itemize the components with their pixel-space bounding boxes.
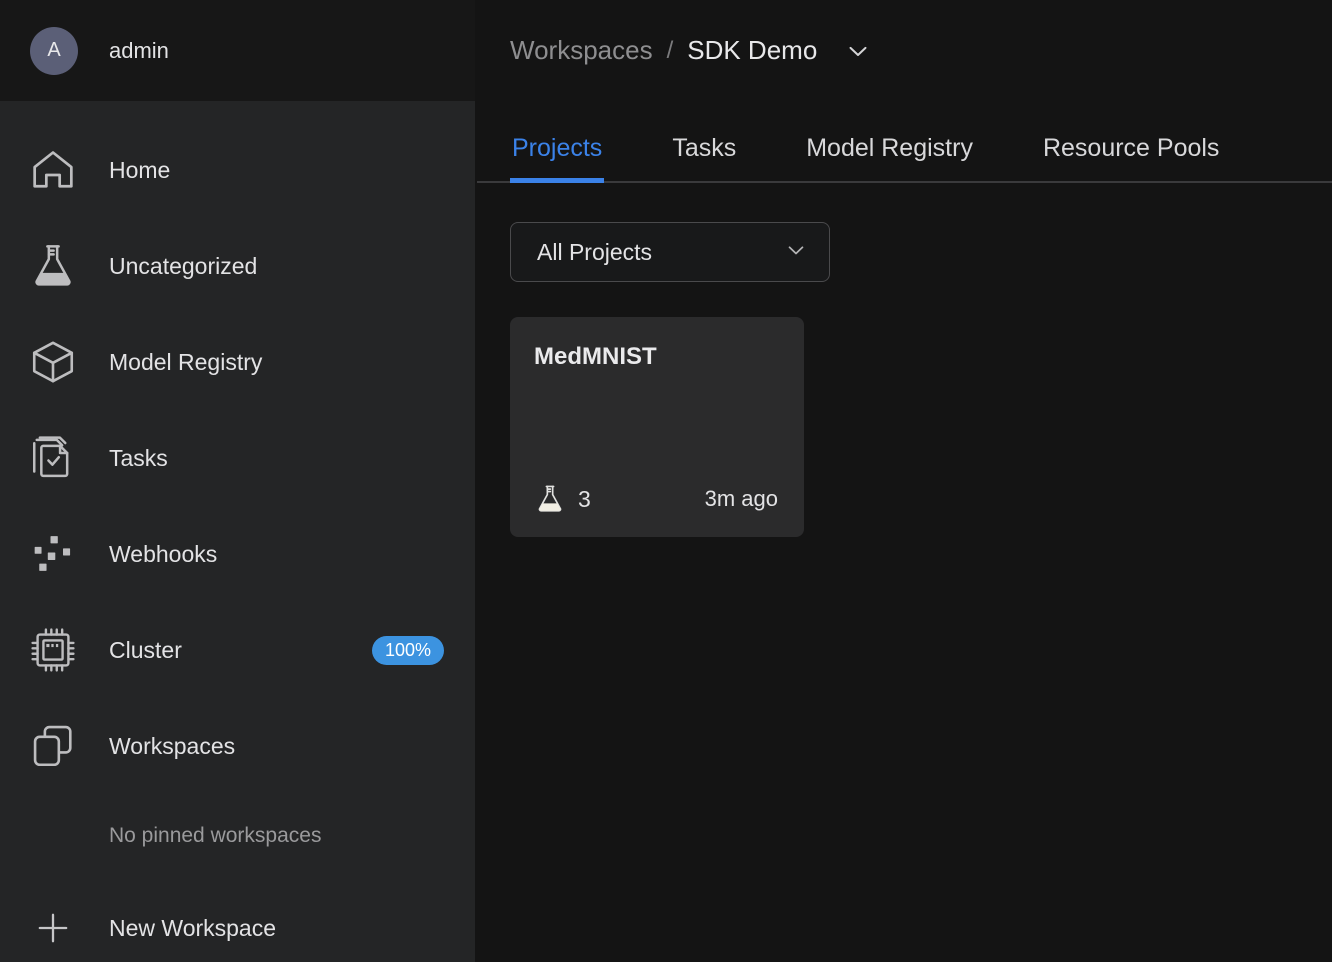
project-experiment-count: 3 [578, 485, 591, 512]
project-card-title: MedMNIST [534, 343, 657, 370]
no-pinned-workspaces-text: No pinned workspaces [109, 824, 322, 847]
project-card-grid: MedMNIST 3 3m ago [510, 317, 1332, 537]
tab-projects[interactable]: Projects [510, 134, 605, 183]
breadcrumb-root-link[interactable]: Workspaces [510, 35, 653, 66]
breadcrumb: Workspaces / SDK Demo [477, 0, 1332, 101]
sidebar-item-webhooks[interactable]: Webhooks [0, 506, 475, 602]
project-filter-select[interactable]: All Projects [510, 222, 830, 282]
cluster-utilization-badge: 100% [371, 635, 444, 665]
sidebar-item-tasks[interactable]: Tasks [0, 410, 475, 506]
new-workspace-button[interactable]: New Workspace [0, 880, 475, 962]
breadcrumb-current: SDK Demo [687, 35, 818, 65]
chevron-down-icon[interactable] [843, 36, 873, 66]
flask-icon [534, 483, 566, 515]
avatar: A [30, 26, 78, 75]
cpu-chip-icon [27, 624, 79, 676]
new-workspace-label: New Workspace [109, 914, 277, 941]
breadcrumb-separator: / [666, 36, 674, 64]
sidebar-item-label: Tasks [109, 444, 168, 471]
user-header[interactable]: A admin [0, 0, 475, 101]
plus-icon [27, 902, 79, 954]
sidebar-item-uncategorized[interactable]: Uncategorized [0, 218, 475, 314]
sidebar-item-model-registry[interactable]: Model Registry [0, 314, 475, 410]
chevron-down-icon [783, 237, 809, 268]
sidebar-item-cluster[interactable]: Cluster 100% [0, 602, 475, 698]
tab-tasks[interactable]: Tasks [670, 134, 738, 181]
user-name: admin [109, 37, 169, 63]
sidebar-item-label: Cluster [109, 636, 182, 663]
sidebar-nav: Home Uncategorized Model Registry Tasks … [0, 101, 475, 962]
webhooks-icon [27, 528, 79, 580]
app-root: A admin Home Uncategorized Model Registr… [0, 0, 1332, 962]
sidebar-item-label: Workspaces [109, 732, 236, 759]
tab-resource-pools[interactable]: Resource Pools [1041, 134, 1221, 181]
sidebar-item-label: Webhooks [109, 540, 218, 567]
sidebar-item-label: Model Registry [109, 348, 263, 375]
tasks-icon [27, 432, 79, 484]
sidebar-item-label: Home [109, 156, 171, 183]
tab-model-registry[interactable]: Model Registry [804, 134, 975, 181]
sidebar-item-workspaces[interactable]: Workspaces [0, 698, 475, 794]
home-icon [27, 144, 79, 196]
tab-bar: Projects Tasks Model Registry Resource P… [477, 101, 1332, 183]
flask-icon [27, 240, 79, 292]
cube-icon [27, 336, 79, 388]
sidebar: A admin Home Uncategorized Model Registr… [0, 0, 477, 962]
main-content: Workspaces / SDK Demo Projects Tasks Mod… [477, 0, 1332, 962]
project-last-updated: 3m ago [704, 486, 778, 511]
sidebar-item-home[interactable]: Home [0, 122, 475, 218]
projects-panel: All Projects MedMNIST 3 3m ago [477, 183, 1332, 962]
project-card[interactable]: MedMNIST 3 3m ago [510, 317, 804, 537]
sidebar-item-label: Uncategorized [109, 252, 258, 279]
project-card-footer: 3 3m ago [534, 483, 778, 515]
workspaces-icon [27, 720, 79, 772]
project-filter-value: All Projects [537, 238, 653, 265]
